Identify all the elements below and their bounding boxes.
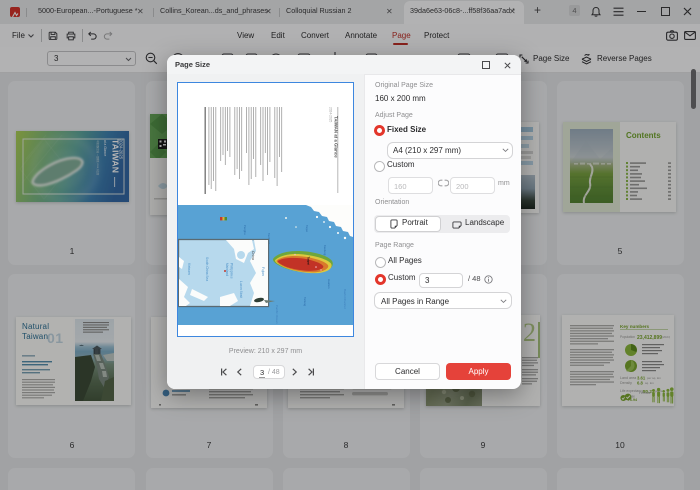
svg-text:Mainland: Mainland: [225, 263, 229, 276]
svg-text:South China Sea: South China Sea: [205, 257, 209, 281]
svg-text:Philippines: Philippines: [230, 263, 234, 279]
svg-text:Hualien: Hualien: [327, 279, 331, 289]
svg-text:TAIWAN at a Glance: TAIWAN at a Glance: [334, 116, 339, 158]
svg-text:Keelung: Keelung: [323, 245, 327, 256]
svg-text:Luzon Strait: Luzon Strait: [239, 281, 243, 298]
svg-text:Vietnam: Vietnam: [187, 263, 191, 275]
svg-text:China: China: [251, 251, 255, 260]
svg-text:2024-2025: 2024-2025: [329, 107, 333, 122]
svg-text:Pacific Ocean: Pacific Ocean: [275, 305, 279, 324]
svg-text:Taipei: Taipei: [307, 257, 311, 266]
svg-text:Taipei: Taipei: [305, 225, 309, 233]
svg-text:Taitung: Taitung: [303, 297, 307, 306]
svg-text:Bashi Channel: Bashi Channel: [343, 289, 347, 309]
svg-text:Penghu: Penghu: [243, 225, 247, 235]
svg-text:Fujian: Fujian: [261, 267, 265, 276]
